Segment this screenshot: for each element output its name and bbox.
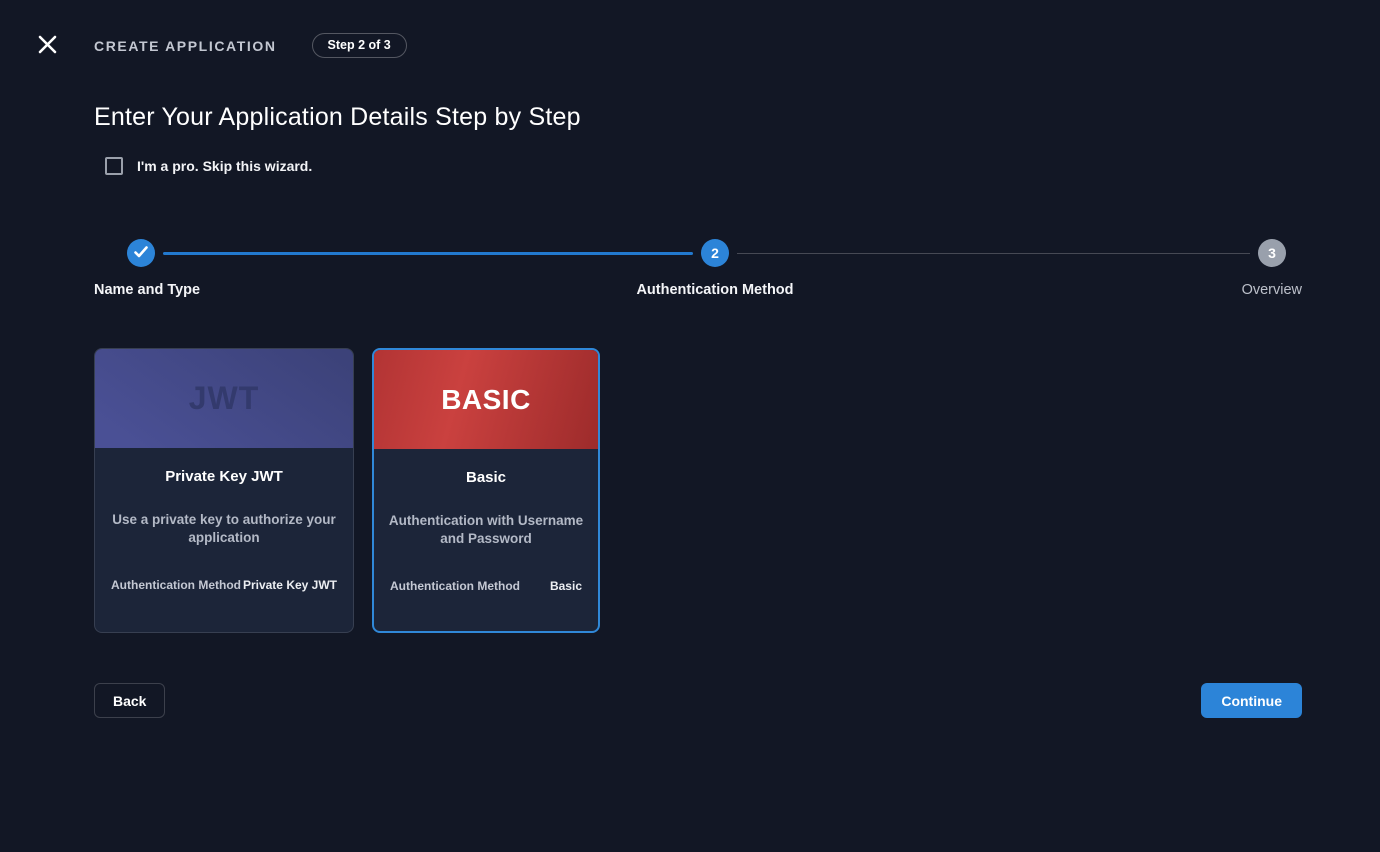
step-indicator-overview: 3: [1258, 239, 1286, 267]
attribute-value: Private Key JWT: [243, 578, 337, 592]
step-indicator-name-and-type: [127, 239, 155, 267]
wizard-topbar: CREATE APPLICATION Step 2 of 3: [0, 0, 1380, 58]
attribute-label: Authentication Method: [111, 578, 241, 592]
card-header-jwt: JWT: [95, 349, 353, 448]
auth-method-card-basic[interactable]: BASIC Basic Authentication with Username…: [372, 348, 600, 633]
card-attributes-row: Authentication Method Basic: [390, 579, 582, 593]
wizard-footer: Back Continue: [94, 683, 1302, 718]
close-icon: [38, 35, 57, 57]
card-description: Use a private key to authorize your appl…: [109, 511, 339, 546]
check-icon: [134, 245, 148, 261]
card-title: Private Key JWT: [95, 468, 353, 485]
dialog-title: CREATE APPLICATION: [94, 38, 277, 54]
skip-wizard-label: I'm a pro. Skip this wizard.: [137, 158, 312, 174]
step-number: 2: [711, 245, 719, 261]
card-header-basic: BASIC: [374, 350, 598, 449]
step-label-authentication-method: Authentication Method: [515, 282, 915, 298]
close-button[interactable]: [36, 35, 58, 57]
wizard-stepper: 2 3 Name and Type Authentication Method …: [94, 239, 1302, 299]
skip-wizard-checkbox[interactable]: [105, 157, 123, 175]
step-label-name-and-type: Name and Type: [94, 282, 200, 298]
step-number: 3: [1268, 245, 1276, 261]
skip-wizard-checkbox-row[interactable]: I'm a pro. Skip this wizard.: [105, 157, 1302, 175]
page-title: Enter Your Application Details Step by S…: [94, 103, 1302, 132]
stepper-line-upcoming: [737, 253, 1250, 254]
stepper-line-completed: [163, 252, 693, 255]
continue-button[interactable]: Continue: [1201, 683, 1302, 718]
card-attributes-row: Authentication Method Private Key JWT: [111, 578, 337, 592]
auth-method-card-list: JWT Private Key JWT Use a private key to…: [94, 348, 1302, 633]
back-button[interactable]: Back: [94, 683, 165, 718]
card-description: Authentication with Username and Passwor…: [388, 512, 584, 547]
step-label-overview: Overview: [1242, 282, 1302, 298]
step-indicator-authentication-method: 2: [701, 239, 729, 267]
attribute-value: Basic: [550, 579, 582, 593]
attribute-label: Authentication Method: [390, 579, 520, 593]
auth-method-card-private-key-jwt[interactable]: JWT Private Key JWT Use a private key to…: [94, 348, 354, 633]
step-badge: Step 2 of 3: [312, 33, 407, 59]
card-title: Basic: [374, 469, 598, 486]
